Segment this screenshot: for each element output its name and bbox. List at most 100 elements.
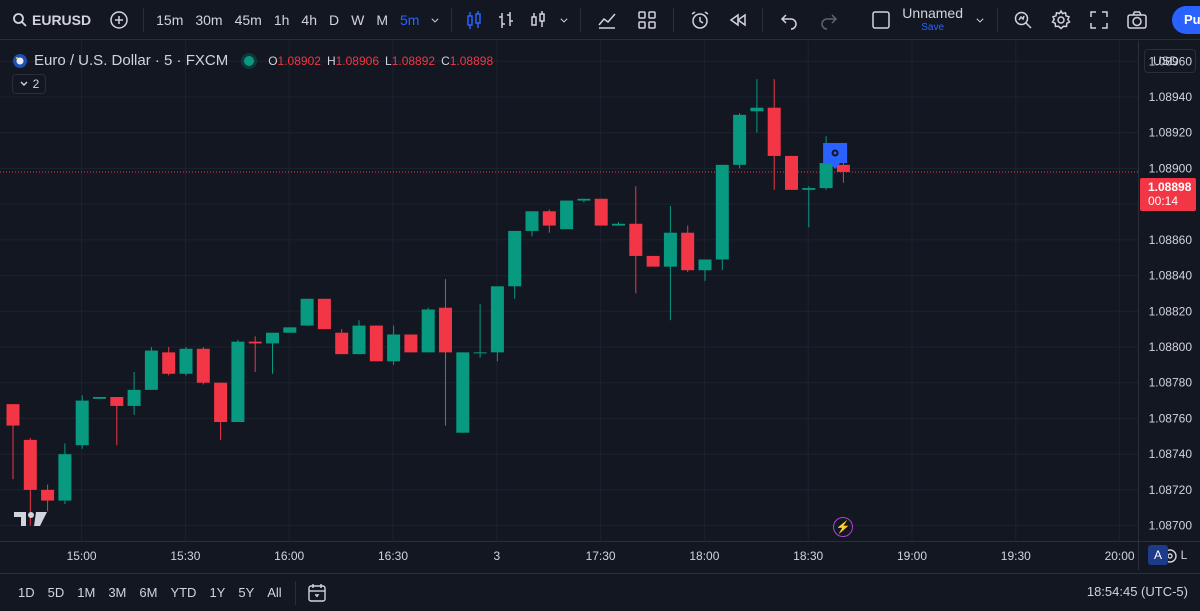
divider bbox=[997, 7, 998, 32]
candle-body bbox=[577, 198, 591, 201]
x-tick-label: 18:30 bbox=[793, 549, 823, 563]
interval-4h[interactable]: 4h bbox=[295, 0, 323, 40]
chart-pane[interactable]: 1.089601.089401.089201.089001.088801.088… bbox=[0, 41, 1200, 570]
candle-body bbox=[490, 286, 504, 353]
interval-dropdown[interactable] bbox=[425, 0, 445, 40]
interval-W[interactable]: W bbox=[345, 0, 370, 40]
publish-button[interactable]: Pu bbox=[1172, 5, 1200, 34]
y-tick-label: 1.08800 bbox=[1149, 340, 1193, 354]
alarm-clock-icon bbox=[692, 10, 709, 29]
hollow-candles-button[interactable] bbox=[522, 0, 554, 40]
settings-button[interactable] bbox=[1042, 0, 1080, 40]
candle-body bbox=[110, 397, 124, 406]
search-icon bbox=[13, 12, 27, 27]
undo-button[interactable] bbox=[769, 0, 809, 40]
divider bbox=[451, 7, 453, 32]
candle-body bbox=[819, 163, 833, 189]
tradingview-logo[interactable] bbox=[14, 510, 48, 528]
square-icon bbox=[872, 10, 891, 29]
candle-body bbox=[369, 325, 383, 362]
x-tick-label: 16:00 bbox=[274, 549, 304, 563]
x-tick-label: 3 bbox=[493, 549, 500, 563]
lightning-icon[interactable]: ⚡ bbox=[833, 517, 853, 537]
replay-button[interactable] bbox=[720, 0, 756, 40]
interval-30m[interactable]: 30m bbox=[189, 0, 228, 40]
candles-chart-type-button[interactable] bbox=[458, 0, 490, 40]
candle-body bbox=[300, 298, 314, 326]
redo-icon bbox=[821, 13, 838, 30]
clock-timezone[interactable]: 18:54:45 (UTC-5) bbox=[1087, 584, 1188, 599]
layout-name-button[interactable]: Unnamed Save bbox=[896, 0, 969, 40]
candle-body bbox=[525, 211, 539, 231]
range-6m[interactable]: 6M bbox=[133, 585, 164, 600]
legend-symbol-title[interactable]: Euro / U.S. Dollar · 5 · FXCM bbox=[34, 52, 228, 69]
interval-45m[interactable]: 45m bbox=[229, 0, 268, 40]
interval-1h[interactable]: 1h bbox=[268, 0, 296, 40]
interval-5m[interactable]: 5m bbox=[394, 0, 425, 40]
candle-body bbox=[421, 309, 435, 353]
indicators-collapse-toggle[interactable]: 2 bbox=[12, 74, 46, 94]
bar-countdown: 00:14 bbox=[1148, 194, 1179, 208]
range-5y[interactable]: 5Y bbox=[232, 585, 261, 600]
euro-dollar-flag-icon bbox=[13, 53, 27, 68]
candle-body bbox=[23, 439, 37, 490]
snapshot-button[interactable] bbox=[1118, 0, 1156, 40]
y-tick-label: 1.08900 bbox=[1149, 161, 1193, 175]
y-tick-label: 1.08820 bbox=[1149, 304, 1193, 318]
chevron-down-icon bbox=[976, 17, 984, 23]
candle-body bbox=[266, 332, 279, 344]
candle-body bbox=[283, 327, 297, 333]
interval-D[interactable]: D bbox=[323, 0, 345, 40]
layout-save-label: Save bbox=[921, 22, 945, 33]
range-1d[interactable]: 1D bbox=[12, 585, 42, 600]
currency-selector[interactable]: USD bbox=[1144, 49, 1196, 73]
layouts-button[interactable] bbox=[627, 0, 667, 40]
range-1y[interactable]: 1Y bbox=[203, 585, 232, 600]
candlestick-chart[interactable]: 1.089601.089401.089201.089001.088801.088… bbox=[0, 41, 1200, 570]
redo-button[interactable] bbox=[809, 0, 849, 40]
candle-body bbox=[836, 164, 850, 172]
legend-open: O1.08902 bbox=[268, 53, 321, 68]
divider bbox=[294, 580, 296, 605]
candle-body bbox=[767, 107, 781, 156]
bars-chart-type-button[interactable] bbox=[490, 0, 522, 40]
candle-body bbox=[6, 404, 20, 426]
candle-body bbox=[317, 298, 331, 330]
candle-body bbox=[439, 307, 452, 353]
alert-button[interactable] bbox=[680, 0, 720, 40]
compare-symbol-button[interactable] bbox=[101, 0, 137, 40]
auto-scale-button[interactable]: A bbox=[1148, 545, 1168, 565]
indicators-button[interactable] bbox=[587, 0, 627, 40]
top-toolbar: EURUSD 15m 30m 45m 1h 4h D W M 5m Unname… bbox=[0, 0, 1200, 40]
hollow-candles-icon bbox=[531, 10, 546, 27]
x-tick-label: 19:00 bbox=[897, 549, 927, 563]
candle-body bbox=[663, 232, 677, 267]
range-ytd[interactable]: YTD bbox=[164, 585, 203, 600]
candle-body bbox=[698, 259, 712, 271]
interval-M[interactable]: M bbox=[370, 0, 394, 40]
range-1m[interactable]: 1M bbox=[71, 585, 102, 600]
interval-15m[interactable]: 15m bbox=[150, 0, 189, 40]
y-tick-label: 1.08840 bbox=[1149, 269, 1193, 283]
candle-body bbox=[612, 223, 625, 226]
range-3m[interactable]: 3M bbox=[102, 585, 133, 600]
interval-list: 15m 30m 45m 1h 4h D W M 5m bbox=[150, 0, 425, 40]
calendar-goto-icon[interactable] bbox=[306, 582, 328, 604]
gear-icon bbox=[1051, 9, 1071, 29]
fullscreen-button[interactable] bbox=[1080, 0, 1118, 40]
last-price-badge: 1.08898 00:14 bbox=[1140, 178, 1196, 211]
candle-body bbox=[456, 352, 470, 433]
quick-search-button[interactable] bbox=[1004, 0, 1042, 40]
layout-checkbox[interactable] bbox=[866, 0, 896, 40]
layout-dropdown[interactable] bbox=[969, 0, 991, 40]
range-all[interactable]: All bbox=[261, 585, 288, 600]
symbol-search-button[interactable]: EURUSD bbox=[0, 0, 101, 40]
y-tick-label: 1.08920 bbox=[1149, 126, 1193, 140]
log-scale-button[interactable]: L bbox=[1174, 545, 1194, 565]
candle-body bbox=[58, 454, 72, 501]
candle-body bbox=[231, 341, 245, 422]
range-5d[interactable]: 5D bbox=[42, 585, 72, 600]
divider bbox=[580, 7, 582, 32]
chart-type-dropdown[interactable] bbox=[554, 0, 574, 40]
market-open-status-icon bbox=[244, 55, 255, 66]
